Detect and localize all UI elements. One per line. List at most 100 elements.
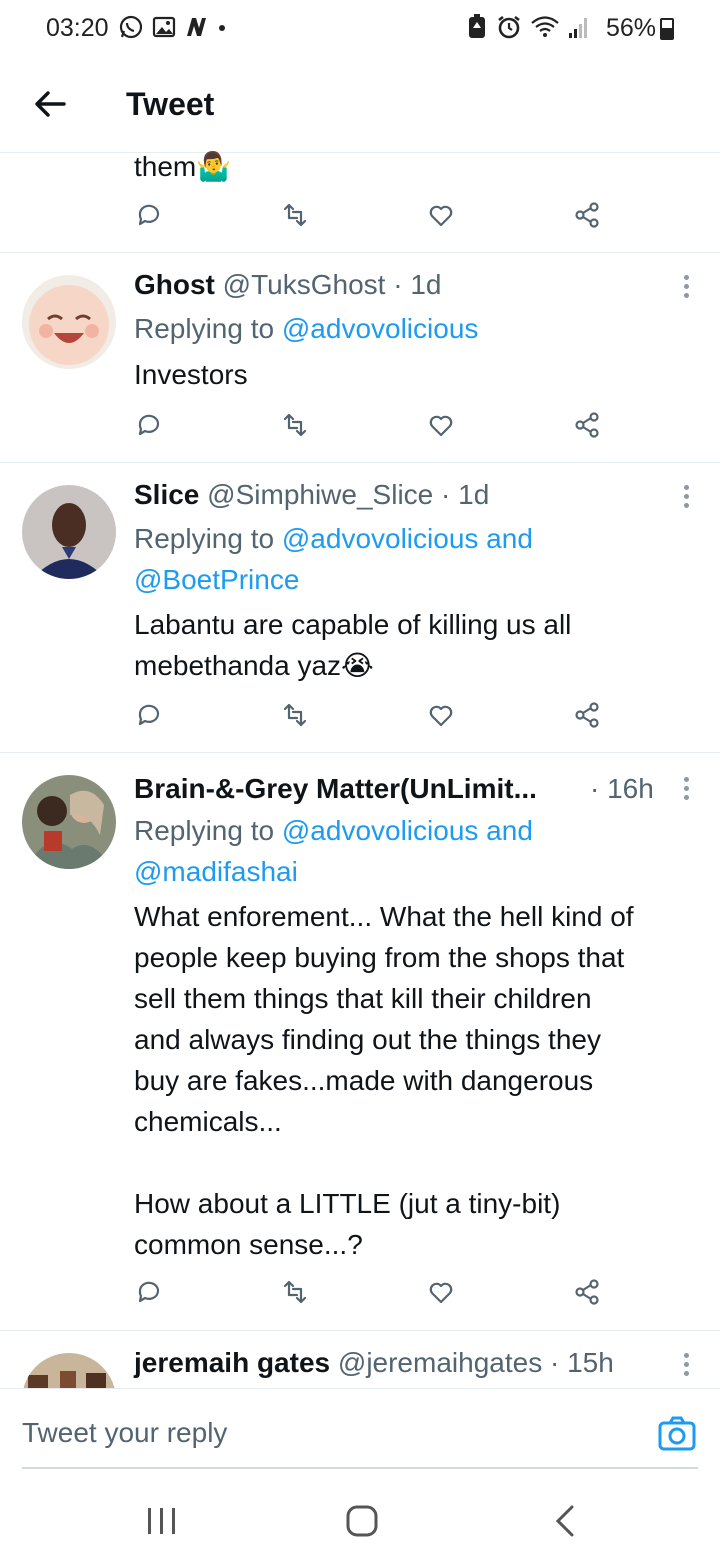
battery-percent: 56% <box>605 14 656 42</box>
share-button[interactable] <box>572 700 606 734</box>
reply-button[interactable] <box>134 200 168 234</box>
reply-time: · 16h <box>590 773 654 805</box>
reply-icon <box>138 704 160 726</box>
reply-header: Brain-&-Grey Matter(UnLimit... <box>134 773 537 805</box>
handle-and-time: @TuksGhost · 1d <box>222 269 442 300</box>
partial-tweet-text: them🤷‍♂️ <box>134 151 232 182</box>
mention-link[interactable]: @BoetPrince <box>134 564 299 595</box>
signal-icon <box>568 15 590 44</box>
news-icon <box>184 15 208 44</box>
replying-to: Replying to @advovolicious and @madifash… <box>134 810 533 892</box>
reply-tweet[interactable]: jeremaih gates @jeremaihgates · 15h <box>0 1331 720 1388</box>
like-button[interactable] <box>426 700 460 734</box>
retweet-icon <box>283 703 307 727</box>
reply-button[interactable] <box>134 410 168 444</box>
replying-prefix: Replying to <box>134 815 275 846</box>
retweet-button[interactable] <box>280 1277 314 1311</box>
action-row <box>134 1277 614 1313</box>
like-button[interactable] <box>426 200 460 234</box>
input-underline <box>22 1467 698 1469</box>
share-button[interactable] <box>572 200 606 234</box>
alarm-icon <box>496 14 522 45</box>
more-options-icon[interactable] <box>682 777 690 803</box>
handle-and-time: @Simphiwe_Slice · 1d <box>207 479 490 510</box>
reply-header: Ghost @TuksGhost · 1d <box>134 269 441 301</box>
reply-icon <box>138 1281 160 1303</box>
arrow-left-icon <box>35 91 66 117</box>
system-nav-bar <box>0 1480 720 1560</box>
display-name[interactable]: Ghost <box>134 269 215 300</box>
action-row <box>134 200 614 236</box>
status-time: 03:20 <box>46 14 109 42</box>
mention-link[interactable]: @advovolicious and <box>282 523 533 554</box>
replying-to: Replying to @advovolicious and @BoetPrin… <box>134 518 533 600</box>
status-icons-left <box>118 14 228 45</box>
share-icon <box>575 202 599 228</box>
reply-composer: Tweet your reply <box>0 1388 720 1480</box>
display-name[interactable]: Slice <box>134 479 199 510</box>
replying-to: Replying to @advovolicious <box>134 308 478 349</box>
mention-link[interactable]: @advovolicious <box>282 313 479 344</box>
share-button[interactable] <box>572 410 606 444</box>
action-row <box>134 410 614 446</box>
home-icon[interactable] <box>342 1504 382 1538</box>
back-button[interactable] <box>30 84 70 124</box>
battery-saver-icon <box>466 14 488 45</box>
reply-header: jeremaih gates @jeremaihgates · 15h <box>134 1347 614 1379</box>
mention-link[interactable]: @madifashai <box>134 856 298 887</box>
like-icon <box>429 1282 453 1304</box>
top-app-bar: Tweet <box>0 62 720 153</box>
reply-icon <box>138 414 160 436</box>
avatar[interactable] <box>22 775 116 869</box>
like-button[interactable] <box>426 410 460 444</box>
recents-icon[interactable] <box>142 1504 182 1538</box>
more-options-icon[interactable] <box>682 485 690 511</box>
replying-prefix: Replying to <box>134 313 275 344</box>
retweet-icon <box>283 413 307 437</box>
more-options-icon[interactable] <box>682 275 690 301</box>
camera-icon[interactable] <box>658 1415 696 1453</box>
avatar[interactable] <box>22 1353 116 1388</box>
retweet-button[interactable] <box>280 410 314 444</box>
share-button[interactable] <box>572 1277 606 1311</box>
retweet-button[interactable] <box>280 200 314 234</box>
tweet-text: Labantu are capable of killing us all me… <box>134 609 572 681</box>
replying-prefix: Replying to <box>134 523 275 554</box>
more-options-icon[interactable] <box>682 1353 690 1379</box>
share-icon <box>575 702 599 728</box>
like-button[interactable] <box>426 1277 460 1311</box>
avatar[interactable] <box>22 485 116 579</box>
like-icon <box>429 205 453 227</box>
share-icon <box>575 412 599 438</box>
reply-button[interactable] <box>134 1277 168 1311</box>
retweet-icon <box>283 1280 307 1304</box>
display-name[interactable]: Brain-&-Grey Matter(UnLimit... <box>134 773 537 804</box>
handle-and-time: · 16h <box>590 773 654 804</box>
avatar[interactable] <box>22 275 116 369</box>
share-icon <box>575 1279 599 1305</box>
reply-button[interactable] <box>134 700 168 734</box>
status-bar: 03:20 56% <box>0 0 720 62</box>
tweet-text: Investors <box>134 359 248 390</box>
reply-input[interactable]: Tweet your reply <box>22 1417 227 1449</box>
battery-icon <box>660 18 674 40</box>
mention-link[interactable]: @advovolicious and <box>282 815 533 846</box>
reply-header: Slice @Simphiwe_Slice · 1d <box>134 479 489 511</box>
reply-tweet[interactable]: Brain-&-Grey Matter(UnLimit... · 16h Rep… <box>0 753 720 1330</box>
status-icons-right <box>466 14 590 45</box>
retweet-button[interactable] <box>280 700 314 734</box>
like-icon <box>429 705 453 727</box>
gallery-icon <box>152 15 176 44</box>
display-name[interactable]: jeremaih gates <box>134 1347 330 1378</box>
page-title: Tweet <box>126 86 215 122</box>
wifi-icon <box>530 14 560 45</box>
tweet-text: What enforement... What the hell kind of… <box>134 901 634 1260</box>
action-row <box>134 700 614 736</box>
reply-icon <box>138 204 160 226</box>
retweet-icon <box>283 203 307 227</box>
back-icon[interactable] <box>546 1504 586 1538</box>
handle-and-time: @jeremaihgates · 15h <box>337 1347 614 1378</box>
like-icon <box>429 415 453 437</box>
dot-icon <box>216 21 228 39</box>
whatsapp-icon <box>118 14 144 45</box>
